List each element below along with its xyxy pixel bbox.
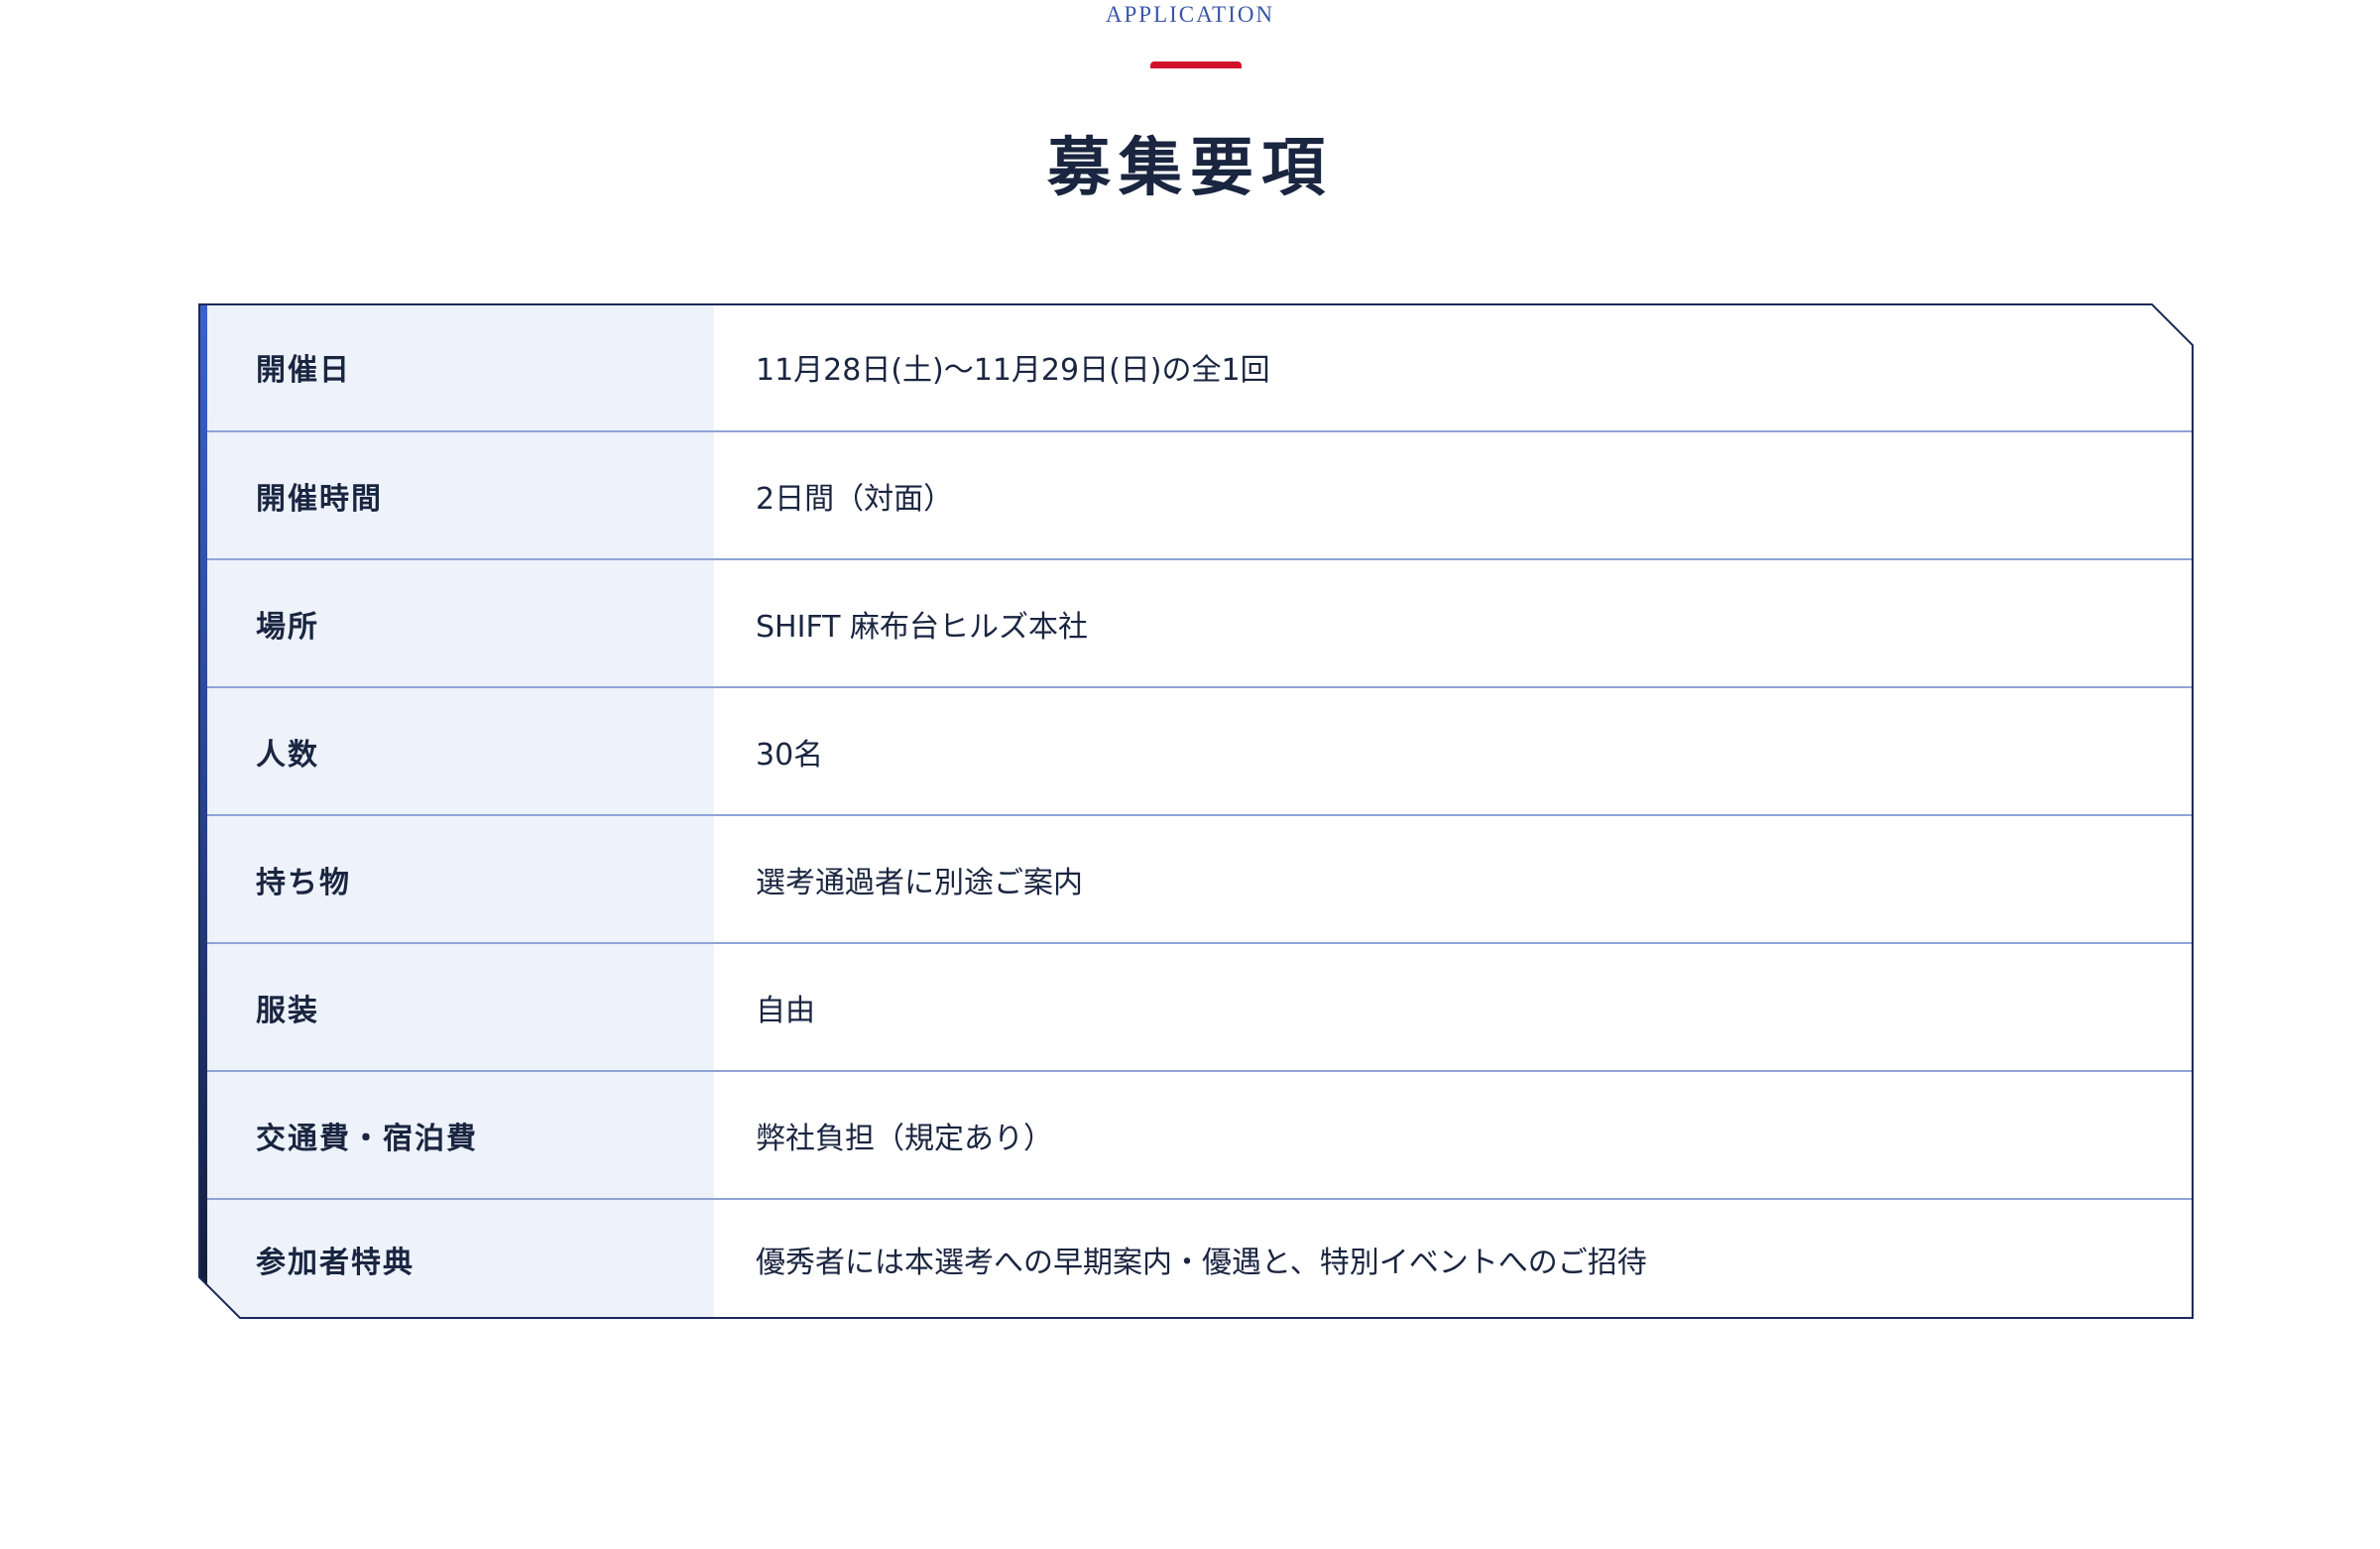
page-title: 募集要項 xyxy=(1047,131,1333,205)
recruitment-details-table: 開催日 11月28日(土)〜11月29日(日)の全1回 開催時間 2日間（対面）… xyxy=(198,303,2194,1319)
table-frame-outline xyxy=(198,303,2194,1319)
table-frame xyxy=(198,303,2194,1319)
title-accent-bar xyxy=(1150,61,1242,68)
section-eyebrow: APPLICATION xyxy=(1105,2,1275,27)
